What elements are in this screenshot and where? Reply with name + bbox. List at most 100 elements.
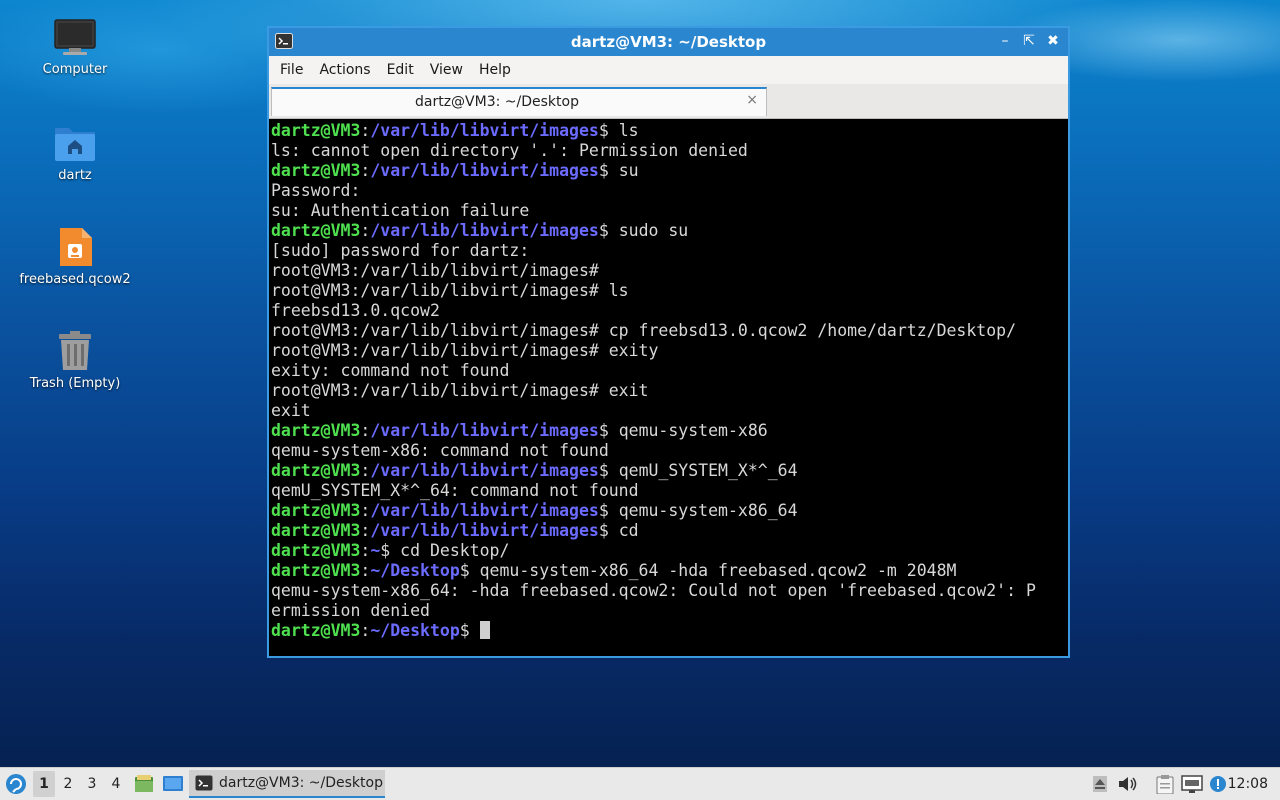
menu-file[interactable]: File (272, 62, 311, 78)
terminal-line: dartz@VM3:/var/lib/libvirt/images$ qemu-… (271, 501, 1068, 521)
quicklaunch-show-desktop[interactable] (160, 768, 186, 800)
prompt-separator: : (360, 421, 371, 440)
prompt-separator: : (360, 541, 371, 560)
window-titlebar[interactable]: dartz@VM3: ~/Desktop – ⇱ ✖ (269, 28, 1068, 56)
quicklaunch-file-manager[interactable] (132, 768, 156, 800)
terminal-line: exit (271, 401, 311, 420)
menu-view[interactable]: View (422, 62, 471, 78)
command-text: $ cd Desktop/ (380, 541, 510, 560)
file-manager-icon (135, 775, 153, 792)
prompt-path: ~/Desktop (370, 621, 460, 640)
terminal-icon (195, 775, 213, 791)
menu-actions[interactable]: Actions (311, 62, 378, 78)
desktop-icon-computer[interactable]: Computer (10, 18, 140, 77)
menu-help[interactable]: Help (471, 62, 519, 78)
taskbar-window-label: dartz@VM3: ~/Desktop (219, 775, 383, 791)
trash-icon (59, 331, 91, 370)
window-title: dartz@VM3: ~/Desktop (570, 33, 767, 51)
prompt-user: dartz@VM3 (271, 621, 361, 640)
workspace-3[interactable]: 3 (81, 768, 103, 800)
terminal-line: dartz@VM3:~$ cd Desktop/ (271, 541, 1068, 561)
terminal-line: root@VM3:/var/lib/libvirt/images# exit (271, 381, 649, 400)
prompt-user: dartz@VM3 (271, 161, 361, 180)
prompt-path: /var/lib/libvirt/images (370, 121, 599, 140)
prompt-user: dartz@VM3 (271, 461, 361, 480)
terminal-line: root@VM3:/var/lib/libvirt/images# cp fre… (271, 321, 1017, 340)
desktop-icon-trash[interactable]: Trash (Empty) (10, 330, 140, 391)
command-text: $ (459, 621, 480, 640)
workspace-4[interactable]: 4 (105, 768, 127, 800)
presentation-file-icon (60, 228, 92, 266)
terminal-output[interactable]: dartz@VM3:/var/lib/libvirt/images$ ls ls:… (269, 119, 1068, 656)
terminal-cursor (479, 621, 490, 639)
volume-icon[interactable] (1116, 768, 1138, 800)
desktop-icon-label: dartz (58, 168, 92, 183)
eject-icon[interactable] (1090, 768, 1110, 800)
command-text: $ qemu-system-x86_64 -hda freebased.qcow… (459, 561, 957, 580)
prompt-path: /var/lib/libvirt/images (370, 521, 599, 540)
network-icon[interactable] (1180, 768, 1204, 800)
lxqt-logo-icon (6, 774, 26, 794)
terminal-line: dartz@VM3:/var/lib/libvirt/images$ qemU_… (271, 461, 1068, 481)
terminal-line: qemu-system-x86_64: -hda freebased.qcow2… (271, 581, 1036, 600)
tab-label: dartz@VM3: ~/Desktop (415, 94, 579, 110)
terminal-line: root@VM3:/var/lib/libvirt/images# (271, 261, 599, 280)
clipboard-icon[interactable] (1154, 768, 1176, 800)
prompt-user: dartz@VM3 (271, 561, 361, 580)
prompt-path: ~ (370, 541, 381, 560)
app-menu-button[interactable] (4, 768, 28, 800)
taskbar: 1 2 3 4 dartz@VM3: ~/Desktop 12:08 (0, 767, 1280, 800)
close-icon[interactable]: ✖ (1044, 31, 1062, 51)
prompt-path: /var/lib/libvirt/images (370, 461, 599, 480)
command-text: $ qemU_SYSTEM_X*^_64 (598, 461, 798, 480)
minimize-icon[interactable]: – (996, 31, 1014, 51)
terminal-line: [sudo] password for dartz: (271, 241, 530, 260)
monitor-icon (54, 19, 96, 55)
menu-bar: File Actions Edit View Help (269, 56, 1068, 84)
prompt-separator: : (360, 561, 371, 580)
clock[interactable]: 12:08 (1228, 776, 1268, 792)
taskbar-window-terminal[interactable]: dartz@VM3: ~/Desktop (189, 770, 385, 798)
prompt-user: dartz@VM3 (271, 501, 361, 520)
prompt-path: /var/lib/libvirt/images (370, 221, 599, 240)
terminal-line: ls: cannot open directory '.': Permissio… (271, 141, 748, 160)
command-text: $ cd (598, 521, 639, 540)
menu-edit[interactable]: Edit (379, 62, 422, 78)
prompt-path: /var/lib/libvirt/images (370, 421, 599, 440)
prompt-user: dartz@VM3 (271, 521, 361, 540)
prompt-path: ~/Desktop (370, 561, 460, 580)
terminal-line: root@VM3:/var/lib/libvirt/images# ls (271, 281, 629, 300)
prompt-path: /var/lib/libvirt/images (370, 161, 599, 180)
prompt-user: dartz@VM3 (271, 221, 361, 240)
terminal-line: freebsd13.0.qcow2 (271, 301, 440, 320)
update-notifier-icon[interactable] (1207, 768, 1229, 800)
prompt-user: dartz@VM3 (271, 541, 361, 560)
terminal-line: dartz@VM3:/var/lib/libvirt/images$ sudo … (271, 221, 1068, 241)
workspace-2[interactable]: 2 (57, 768, 79, 800)
desktop-icon-freebased[interactable]: freebased.qcow2 (10, 226, 140, 287)
terminal-line: dartz@VM3:/var/lib/libvirt/images$ ls (271, 121, 1068, 141)
terminal-window[interactable]: dartz@VM3: ~/Desktop – ⇱ ✖ File Actions … (267, 26, 1070, 658)
desktop-icon (163, 776, 183, 791)
desktop-icon-home-folder[interactable]: dartz (10, 122, 140, 183)
desktop-icon-label: freebased.qcow2 (19, 272, 131, 287)
prompt-separator: : (360, 221, 371, 240)
prompt-separator: : (360, 621, 371, 640)
tab-bar: dartz@VM3: ~/Desktop × (269, 84, 1068, 119)
command-text: $ qemu-system-x86 (598, 421, 768, 440)
workspace-1[interactable]: 1 (33, 771, 55, 797)
terminal-line: Password: (271, 181, 361, 200)
prompt-separator: : (360, 501, 371, 520)
terminal-line: dartz@VM3:~/Desktop$ qemu-system-x86_64 … (271, 561, 1068, 581)
desktop-icon-label: Trash (Empty) (29, 376, 121, 391)
terminal-line: dartz@VM3:/var/lib/libvirt/images$ qemu-… (271, 421, 1068, 441)
command-text: $ qemu-system-x86_64 (598, 501, 798, 520)
tab-close-icon[interactable]: × (746, 92, 758, 108)
command-text: $ sudo su (598, 221, 689, 240)
prompt-user: dartz@VM3 (271, 421, 361, 440)
desktop-icon-label: Computer (42, 62, 108, 77)
tab-terminal[interactable]: dartz@VM3: ~/Desktop × (271, 87, 767, 116)
terminal-line: root@VM3:/var/lib/libvirt/images# exity (271, 341, 659, 360)
maximize-icon[interactable]: ⇱ (1020, 31, 1038, 51)
terminal-line: dartz@VM3:~/Desktop$ (271, 621, 1068, 641)
